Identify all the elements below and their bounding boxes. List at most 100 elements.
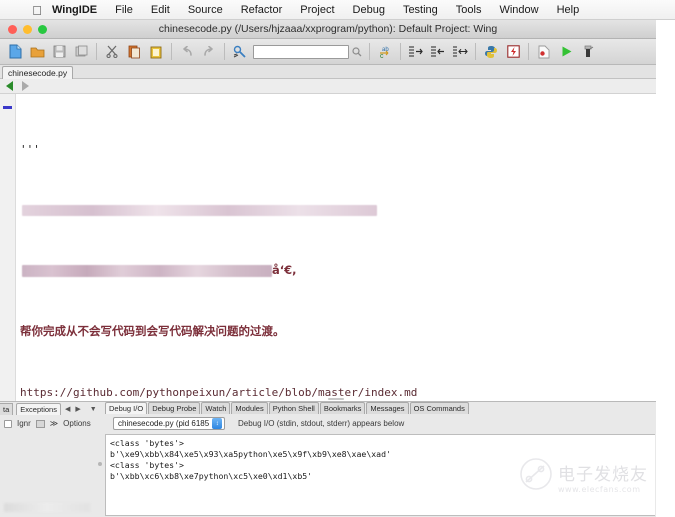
nav-forward-icon[interactable] [22,81,29,91]
toolbar-divider-4 [369,43,370,60]
save-all-icon[interactable] [70,41,92,63]
indent-right-icon[interactable] [405,41,427,63]
ignore-label: Ignr [17,419,31,428]
console-marker-icon [98,462,102,466]
menu-item-refactor[interactable]: Refactor [232,0,292,20]
process-selector-value: chinesecode.py (pid 6185 [118,419,210,428]
stop-debug-icon[interactable] [577,41,599,63]
nav-back-icon[interactable] [6,81,13,91]
menu-item-testing[interactable]: Testing [394,0,447,20]
left-tabs-next-icon[interactable]: ▶ [74,405,81,413]
search-tool-icon[interactable] [229,41,251,63]
toolbar-divider-2 [171,43,172,60]
editor-gutter[interactable] [0,94,16,401]
exceptions-options-row: Ignr ≫ Options chinesecode.py (pid 6185 … [0,416,656,431]
copy-icon[interactable] [123,41,145,63]
list-icon[interactable] [35,419,45,428]
save-icon[interactable] [48,41,70,63]
search-input[interactable] [253,44,349,59]
ignore-checkbox[interactable] [4,419,12,428]
code-content: ''' å‘€, 帮你完成从不会写代码到会写代码解决问题的过渡。 https:/… [20,96,656,401]
redacted-status-bar [4,503,90,512]
expand-chevrons-icon[interactable]: ≫ [50,419,58,428]
code-line-1: ''' [20,142,656,157]
toolbar-divider-3 [224,43,225,60]
toolbar-divider-6 [475,43,476,60]
tab-os-commands[interactable]: OS Commands [409,402,469,414]
debug-tool-tabs: Debug I/O Debug Probe Watch Modules Pyth… [105,402,469,414]
menu-item-tools[interactable]: Tools [447,0,491,20]
menu-item-project[interactable]: Project [291,0,343,20]
replace-icon[interactable]: ab c [374,41,396,63]
run-icon[interactable] [555,41,577,63]
code-line-4: 帮你完成从不会写代码到会写代码解决问题的过渡。 [20,324,656,339]
options-label[interactable]: Options [63,419,91,428]
menu-item-window[interactable]: Window [490,0,547,20]
menu-item-help[interactable]: Help [548,0,589,20]
tab-bookmarks[interactable]: Bookmarks [319,402,366,414]
indent-both-icon[interactable] [449,41,471,63]
menu-item-edit[interactable]: Edit [142,0,179,20]
code-line-3: å‘€, [20,263,656,278]
menu-item-file[interactable]: File [106,0,142,20]
zoom-button[interactable] [38,25,47,34]
left-tabs-menu-icon[interactable]: ▼ [89,406,98,413]
apple-logo-icon[interactable]:  [30,2,44,18]
toolbar-divider-7 [528,43,529,60]
stepper-icon[interactable]: ↕ [212,418,223,429]
code-line-3-tail: å‘€, [272,263,297,278]
editor-tabstrip: chinesecode.py [0,65,656,79]
new-file-icon[interactable] [4,41,26,63]
bottom-left-tab-exceptions[interactable]: Exceptions [16,403,61,415]
window-controls [8,25,47,34]
redacted-text [22,265,272,278]
menu-item-debug[interactable]: Debug [344,0,394,20]
code-comment-url: https://github.com/pythonpeixun/article/… [20,385,418,399]
console-line-3: <class 'bytes'> [110,460,184,470]
tab-debug-probe[interactable]: Debug Probe [148,402,201,414]
window-title: chinesecode.py (/Users/hjzaaa/xxprogram/… [158,23,498,35]
wingide-window: chinesecode.py (/Users/hjzaaa/xxprogram/… [0,20,656,517]
debug-file-icon[interactable] [533,41,555,63]
code-editor[interactable]: ''' å‘€, 帮你完成从不会写代码到会写代码解决问题的过渡。 https:/… [0,94,656,401]
code-comment-cjk: 帮你完成从不会写代码到会写代码解决问题的过渡。 [20,324,285,338]
redo-icon[interactable] [198,41,220,63]
indent-left-icon[interactable] [427,41,449,63]
debug-io-console[interactable]: <class 'bytes'> b'\xe9\xbb\x84\xe5\x93\x… [105,434,655,516]
left-tabs-prev-icon[interactable]: ◀ [64,405,71,413]
console-left-margin [0,434,105,516]
debug-probe-icon[interactable] [502,41,524,63]
tab-messages[interactable]: Messages [366,402,409,414]
tab-debug-io[interactable]: Debug I/O [105,402,148,414]
console-line-2: b'\xe9\xbb\x84\xe5\x93\xa5python\xe5\x9f… [110,449,391,459]
code-line-2 [20,202,656,217]
toolbar-divider-5 [400,43,401,60]
cut-icon[interactable] [101,41,123,63]
magnifier-icon[interactable] [349,44,365,60]
tab-python-shell[interactable]: Python Shell [268,402,319,414]
close-button[interactable] [8,25,17,34]
code-token: ''' [20,142,40,156]
minimize-button[interactable] [23,25,32,34]
tab-watch[interactable]: Watch [201,402,231,414]
undo-icon[interactable] [176,41,198,63]
paste-icon[interactable] [145,41,167,63]
python-shell-icon[interactable] [480,41,502,63]
panel-resize-handle[interactable] [328,398,344,400]
debug-bottom-panel: ta Exceptions ◀ ▶ ▼ Debug I/O Debug Prob… [0,398,656,517]
console-line-4: b'\xbb\xc6\xb8\xe7python\xc5\xe0\xd1\xb5… [110,471,313,481]
fold-marker-icon[interactable] [3,106,12,109]
tab-modules[interactable]: Modules [231,402,268,414]
open-folder-icon[interactable] [26,41,48,63]
window-titlebar[interactable]: chinesecode.py (/Users/hjzaaa/xxprogram/… [0,20,656,39]
toolbar-divider-1 [96,43,97,60]
left-tool-tabs: ta Exceptions ◀ ▶ ▼ [0,402,98,416]
bottom-left-tab-data[interactable]: ta [0,403,14,415]
editor-tab-chinesecode[interactable]: chinesecode.py [2,66,74,79]
debug-io-hint: Debug I/O (stdin, stdout, stderr) appear… [238,419,405,428]
process-selector[interactable]: chinesecode.py (pid 6185 ↕ [113,417,226,430]
editor-nav-row [0,79,656,94]
macos-menubar:  WingIDE File Edit Source Refactor Proj… [0,0,675,20]
redacted-text [22,204,377,216]
menu-item-source[interactable]: Source [179,0,232,20]
